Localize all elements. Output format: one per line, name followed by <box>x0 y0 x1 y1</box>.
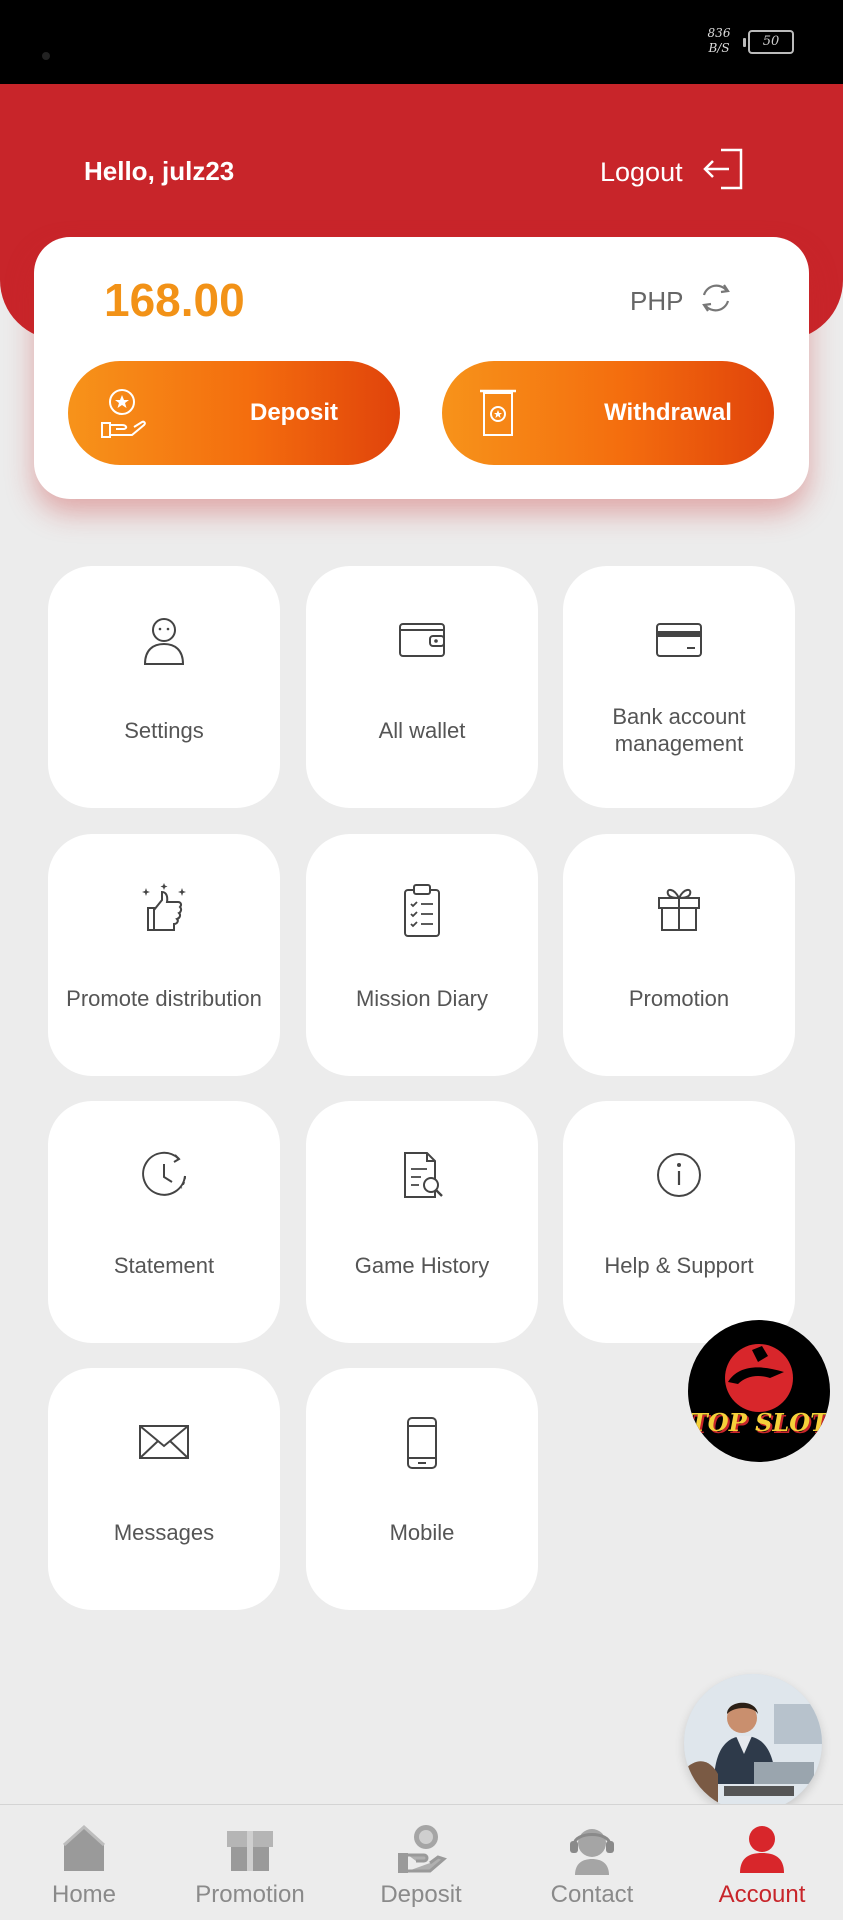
nav-home-label: Home <box>51 1881 117 1908</box>
nav-account[interactable]: Account <box>678 1805 843 1920</box>
settings-tile[interactable]: Settings <box>48 566 280 808</box>
deposit-label: Deposit <box>249 399 338 426</box>
bank-card-icon <box>563 614 795 670</box>
camera-dot <box>42 52 50 60</box>
help-support-tile[interactable]: Help & Support <box>563 1101 795 1343</box>
deposit-icon <box>337 1823 505 1873</box>
nav-contact-label: Contact <box>550 1881 634 1908</box>
headset-icon <box>508 1823 676 1875</box>
settings-label: Settings <box>124 717 204 743</box>
withdrawal-button[interactable]: Withdrawal <box>442 361 774 465</box>
status-bar: 836 B/S 50 <box>0 0 843 84</box>
nav-promotion-label: Promotion <box>195 1881 305 1908</box>
logout-label: Logout <box>600 156 683 187</box>
clock-icon <box>48 1149 280 1205</box>
currency-selector[interactable]: PHP <box>630 279 735 324</box>
live-support-button[interactable] <box>684 1674 822 1812</box>
user-icon <box>48 614 280 670</box>
refresh-icon[interactable] <box>697 279 735 324</box>
logout-button[interactable]: Logout <box>600 148 745 194</box>
promotion-label: Promotion <box>628 985 730 1011</box>
nav-deposit-label: Deposit <box>380 1881 462 1908</box>
thumbs-up-icon <box>48 882 280 938</box>
promote-distribution-tile[interactable]: Promote distribution <box>48 834 280 1076</box>
info-icon <box>563 1149 795 1205</box>
clipboard-icon <box>306 882 538 938</box>
bank-account-label: Bank account management <box>612 704 746 756</box>
game-history-label: Game History <box>354 1252 490 1278</box>
balance-card: 168.00 PHP Deposit Withdrawal <box>34 237 809 499</box>
gift-icon <box>563 882 795 938</box>
balance-amount: 168.00 <box>104 274 245 326</box>
gift-box-icon <box>166 1823 334 1873</box>
support-agent-avatar <box>684 1674 822 1812</box>
statement-tile[interactable]: Statement <box>48 1101 280 1343</box>
nav-account-label: Account <box>718 1881 806 1908</box>
home-icon <box>0 1823 168 1873</box>
messages-tile[interactable]: Messages <box>48 1368 280 1610</box>
envelope-icon <box>48 1416 280 1472</box>
nav-deposit[interactable]: Deposit <box>337 1805 505 1920</box>
deposit-button[interactable]: Deposit <box>68 361 400 465</box>
nav-promotion[interactable]: Promotion <box>166 1805 334 1920</box>
bank-account-tile[interactable]: Bank account management <box>563 566 795 808</box>
all-wallet-label: All wallet <box>378 717 466 743</box>
withdrawal-label: Withdrawal <box>604 399 732 426</box>
currency-label: PHP <box>630 286 684 316</box>
messages-label: Messages <box>113 1519 215 1545</box>
mission-diary-tile[interactable]: Mission Diary <box>306 834 538 1076</box>
topslot-emblem-icon <box>725 1344 793 1412</box>
account-icon <box>678 1823 843 1873</box>
promote-distribution-label: Promote distribution <box>66 985 262 1011</box>
nav-contact[interactable]: Contact <box>508 1805 676 1920</box>
topslot-logo-text: TOP SLOT <box>689 1408 829 1437</box>
topslot-floating-button[interactable]: TOP SLOT <box>688 1320 830 1462</box>
greeting-text: Hello, julz23 <box>84 156 235 186</box>
network-speed: 836 B/S <box>707 26 731 55</box>
mobile-tile[interactable]: Mobile <box>306 1368 538 1610</box>
wallet-icon <box>306 614 538 670</box>
mission-diary-label: Mission Diary <box>355 985 489 1011</box>
logout-icon <box>701 147 745 198</box>
mobile-phone-icon <box>306 1416 538 1472</box>
mobile-label: Mobile <box>389 1519 455 1545</box>
battery-indicator: 50 <box>743 30 794 54</box>
statement-label: Statement <box>113 1252 215 1278</box>
game-history-tile[interactable]: Game History <box>306 1101 538 1343</box>
bottom-navigation: Home Promotion Deposit Contact Account <box>0 1804 843 1920</box>
all-wallet-tile[interactable]: All wallet <box>306 566 538 808</box>
help-support-label: Help & Support <box>604 1252 754 1278</box>
document-search-icon <box>306 1149 538 1205</box>
nav-home[interactable]: Home <box>0 1805 168 1920</box>
promotion-tile[interactable]: Promotion <box>563 834 795 1076</box>
